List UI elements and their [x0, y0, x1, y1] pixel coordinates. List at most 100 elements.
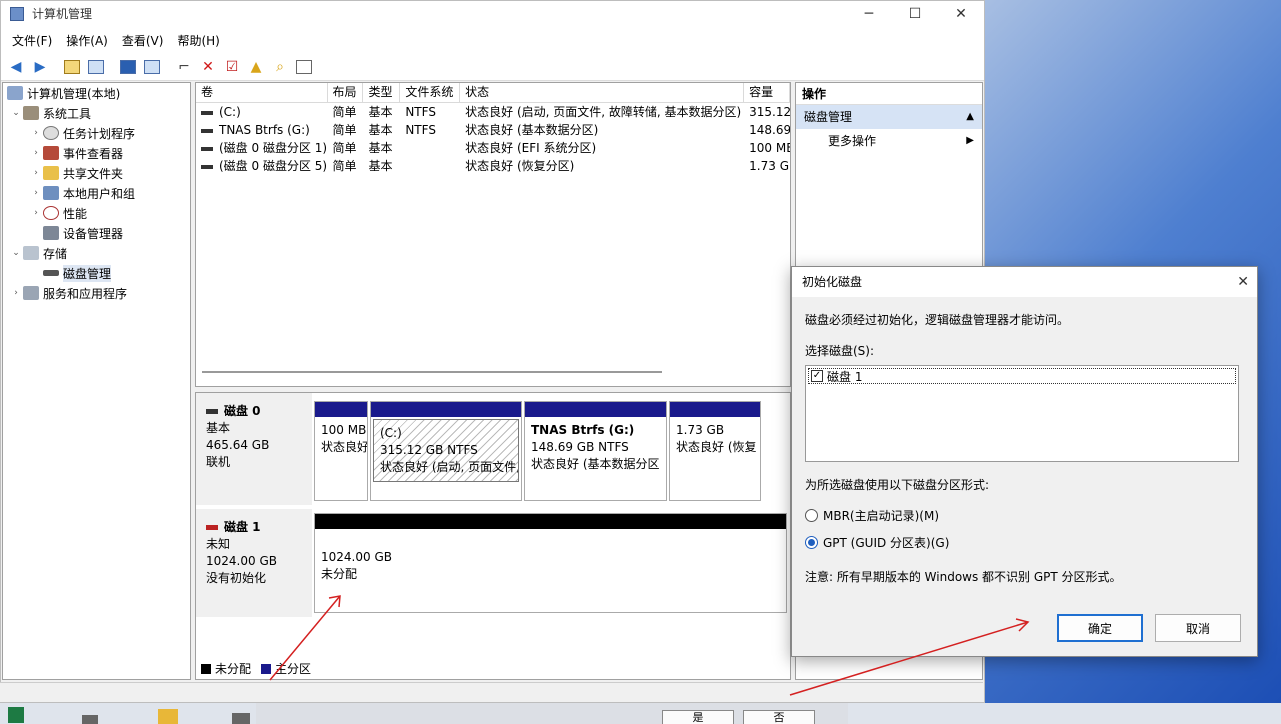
- select-disk-label: 选择磁盘(S):: [805, 344, 875, 358]
- chevron-right-icon[interactable]: ›: [29, 208, 43, 218]
- disk0-size: 465.64 GB: [206, 438, 270, 452]
- disk-icon: [43, 270, 59, 276]
- col-filesystem[interactable]: 文件系统: [400, 83, 461, 102]
- col-volume[interactable]: 卷: [196, 83, 328, 102]
- back-icon[interactable]: ◀: [5, 56, 27, 78]
- disk0-partition-g[interactable]: TNAS Btrfs (G:) 148.69 GB NTFS 状态良好 (基本数据分…: [524, 401, 667, 501]
- device-manager-icon: [43, 226, 59, 240]
- check-icon[interactable]: ☑: [221, 56, 243, 78]
- tree-storage[interactable]: ⌄ 存储: [3, 243, 190, 263]
- menu-help[interactable]: 帮助(H): [170, 32, 226, 49]
- disk0-partition-efi[interactable]: 100 MB 状态良好: [314, 401, 368, 501]
- volume-icon: [201, 110, 213, 115]
- legend: 未分配 主分区: [201, 660, 311, 677]
- mbr-radio[interactable]: [805, 509, 818, 522]
- tree-task-scheduler[interactable]: › 任务计划程序: [3, 123, 190, 143]
- col-layout[interactable]: 布局: [328, 83, 364, 102]
- app-icon[interactable]: [82, 715, 98, 724]
- disk0-partition-c[interactable]: (C:) 315.12 GB NTFS 状态良好 (启动, 页面文件,: [370, 401, 522, 501]
- table-row[interactable]: (C:) 简单 基本 NTFS 状态良好 (启动, 页面文件, 故障转储, 基本…: [196, 103, 790, 121]
- chevron-down-icon[interactable]: ⌄: [9, 108, 23, 118]
- excel-icon[interactable]: [8, 707, 24, 723]
- delete-icon[interactable]: ✕: [197, 56, 219, 78]
- chevron-down-icon[interactable]: ⌄: [9, 248, 23, 258]
- tree-services[interactable]: › 服务和应用程序: [3, 283, 190, 303]
- chevron-right-icon[interactable]: ›: [29, 168, 43, 178]
- disk-icon: [206, 409, 218, 414]
- tree-local-users[interactable]: › 本地用户和组: [3, 183, 190, 203]
- disk0-type: 基本: [206, 421, 231, 435]
- dialog-message: 磁盘必须经过初始化，逻辑磁盘管理器才能访问。: [805, 313, 1070, 327]
- disk1-state: 没有初始化: [206, 571, 267, 585]
- menu-file[interactable]: 文件(F): [5, 32, 59, 49]
- menu-view[interactable]: 查看(V): [115, 32, 171, 49]
- tree-event-viewer[interactable]: › 事件查看器: [3, 143, 190, 163]
- col-type[interactable]: 类型: [363, 83, 401, 102]
- table-row[interactable]: (磁盘 0 磁盘分区 5) 简单 基本 状态良好 (恢复分区) 1.73 GB: [196, 157, 790, 175]
- chevron-right-icon[interactable]: ›: [29, 148, 43, 158]
- navigation-tree: 计算机管理(本地) ⌄ 系统工具 › 任务计划程序 › 事件查看器 › 共享文件…: [2, 82, 191, 680]
- shared-folder-icon: [43, 166, 59, 180]
- gpt-option[interactable]: GPT (GUID 分区表)(G): [805, 534, 1244, 551]
- tree-system-tools[interactable]: ⌄ 系统工具: [3, 103, 190, 123]
- chevron-right-icon[interactable]: ›: [29, 188, 43, 198]
- tree-device-manager[interactable]: 设备管理器: [3, 223, 190, 243]
- col-capacity[interactable]: 容量: [744, 83, 790, 102]
- minimize-button[interactable]: ─: [846, 1, 892, 26]
- drive-icon[interactable]: [232, 713, 250, 724]
- connect-drive-icon[interactable]: ⌐: [173, 56, 195, 78]
- no-button[interactable]: 否: [743, 710, 815, 724]
- chevron-right-icon[interactable]: ›: [29, 128, 43, 138]
- actions-more[interactable]: 更多操作 ▶: [796, 129, 982, 153]
- actions-header: 操作: [796, 83, 982, 105]
- up-folder-icon[interactable]: [61, 56, 83, 78]
- chevron-right-icon[interactable]: ›: [9, 288, 23, 298]
- table-row[interactable]: (磁盘 0 磁盘分区 1) 简单 基本 状态良好 (EFI 系统分区) 100 …: [196, 139, 790, 157]
- menu-action[interactable]: 操作(A): [59, 32, 115, 49]
- mbr-option[interactable]: MBR(主启动记录)(M): [805, 507, 1244, 524]
- disk1-unallocated[interactable]: 1024.00 GB 未分配: [314, 513, 787, 613]
- tree-disk-management[interactable]: 磁盘管理: [3, 263, 190, 283]
- tree-shared-folders[interactable]: › 共享文件夹: [3, 163, 190, 183]
- disk0-info[interactable]: 磁盘 0 基本 465.64 GB 联机: [196, 393, 312, 505]
- forward-icon[interactable]: ▶: [29, 56, 51, 78]
- list-item[interactable]: ✓ 磁盘 1: [808, 368, 1236, 384]
- users-icon: [43, 186, 59, 200]
- actions-disk-management[interactable]: 磁盘管理 ▲: [796, 105, 982, 129]
- disk0-partition-recovery[interactable]: 1.73 GB 状态良好 (恢复: [669, 401, 761, 501]
- tools-icon: [23, 106, 39, 120]
- folder-icon[interactable]: [158, 709, 178, 724]
- gpt-radio[interactable]: [805, 536, 818, 549]
- ok-button[interactable]: 确定: [1057, 614, 1143, 642]
- collapse-icon[interactable]: ▲: [966, 105, 974, 129]
- event-viewer-icon: [43, 146, 59, 160]
- show-hide-tree-icon[interactable]: [85, 56, 107, 78]
- col-status[interactable]: 状态: [460, 83, 745, 102]
- disk1-checkbox[interactable]: ✓: [811, 370, 823, 382]
- close-button[interactable]: ✕: [938, 1, 984, 26]
- volume-icon: [201, 128, 213, 133]
- horizontal-scrollbar[interactable]: [202, 371, 662, 373]
- window-title: 计算机管理: [32, 7, 93, 21]
- list-icon[interactable]: [293, 56, 315, 78]
- search-icon[interactable]: ⌕: [269, 56, 291, 78]
- dialog-close-icon[interactable]: ✕: [1237, 267, 1249, 297]
- help-icon[interactable]: [117, 56, 139, 78]
- tree-performance[interactable]: › 性能: [3, 203, 190, 223]
- menu-bar: 文件(F) 操作(A) 查看(V) 帮助(H): [1, 26, 984, 54]
- storage-icon: [23, 246, 39, 260]
- disk1-info[interactable]: 磁盘 1 未知 1024.00 GB 没有初始化: [196, 509, 312, 617]
- properties-icon[interactable]: [141, 56, 163, 78]
- disk-select-list[interactable]: ✓ 磁盘 1: [805, 365, 1239, 462]
- clock-icon: [43, 126, 59, 140]
- partition-style-label: 为所选磁盘使用以下磁盘分区形式:: [805, 478, 990, 492]
- import-icon[interactable]: ▲: [245, 56, 267, 78]
- cancel-button[interactable]: 取消: [1155, 614, 1241, 642]
- legend-primary-swatch: [261, 663, 272, 674]
- table-row[interactable]: TNAS Btrfs (G:) 简单 基本 NTFS 状态良好 (基本数据分区)…: [196, 121, 790, 139]
- tree-root[interactable]: 计算机管理(本地): [3, 83, 190, 103]
- maximize-button[interactable]: ☐: [892, 1, 938, 26]
- yes-button[interactable]: 是: [662, 710, 734, 724]
- disk1-name: 磁盘 1: [224, 520, 261, 534]
- toolbar: ◀ ▶ ⌐ ✕ ☑ ▲ ⌕: [1, 54, 984, 81]
